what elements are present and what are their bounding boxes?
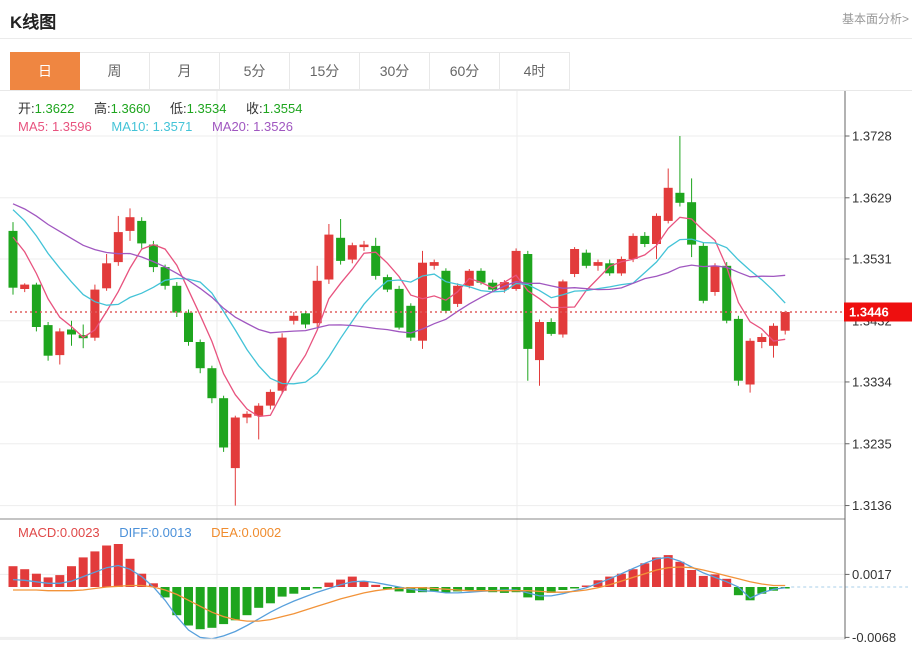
header-divider — [0, 38, 912, 39]
tab-4hour[interactable]: 4时 — [500, 52, 570, 90]
tab-5min[interactable]: 5分 — [220, 52, 290, 90]
axis-tick-label: 1.3728 — [852, 129, 892, 144]
current-price-value: 1.3446 — [849, 305, 889, 320]
tab-60min[interactable]: 60分 — [430, 52, 500, 90]
period-tabs: 日周月5分15分30分60分4时 — [0, 52, 912, 91]
macd-layer — [9, 544, 909, 639]
price-line-layer: 1.3446 — [10, 303, 912, 322]
grid-layer — [0, 91, 845, 639]
axis-tick-label: 1.3136 — [852, 498, 892, 513]
axis-tick-label: 1.3334 — [852, 374, 892, 389]
tab-day[interactable]: 日 — [10, 52, 80, 90]
axis-tick-label: -0.0068 — [852, 630, 896, 645]
axis-tick-label: 1.3235 — [852, 436, 892, 451]
tab-30min[interactable]: 30分 — [360, 52, 430, 90]
tab-month[interactable]: 月 — [150, 52, 220, 90]
fundamental-analysis-link[interactable]: 基本面分析> — [842, 10, 909, 27]
chart-area: 1.37281.36291.35311.34321.33341.32351.31… — [0, 91, 912, 648]
tab-15min[interactable]: 15分 — [290, 52, 360, 90]
axis-tick-label: 0.0017 — [852, 567, 892, 582]
axis-tick-label: 1.3629 — [852, 190, 892, 205]
widget-header: K线图 基本面分析> — [0, 0, 912, 38]
tab-week[interactable]: 周 — [80, 52, 150, 90]
axis-tick-label: 1.3531 — [852, 251, 892, 266]
page-title: K线图 — [10, 8, 56, 33]
kline-chart-canvas[interactable]: 1.37281.36291.35311.34321.33341.32351.31… — [0, 91, 912, 647]
